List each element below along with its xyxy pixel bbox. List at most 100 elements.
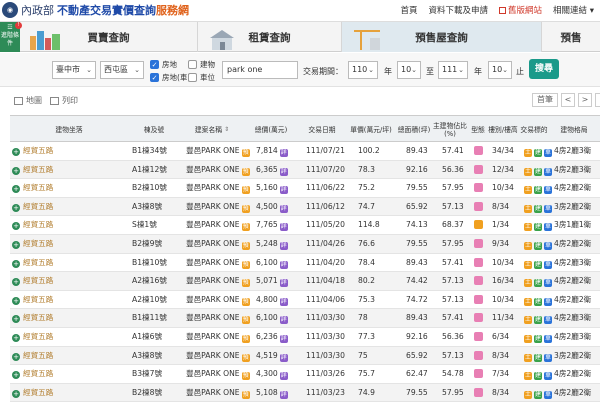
tab-presale[interactable]: 預售屋查詢: [342, 22, 542, 52]
col-date[interactable]: 交易日期: [298, 116, 346, 143]
to-year-select[interactable]: 111 ⌄: [438, 61, 468, 79]
table-row[interactable]: + 經貿五路 B3棟7號 豐邑PARK ONE 預 4,300 詳 111/03/26 75.7…: [10, 365, 600, 384]
expand-icon[interactable]: +: [12, 333, 20, 342]
col-total-price[interactable]: 總價(萬元): [244, 116, 298, 143]
advanced-filter-button[interactable]: ☲ 進階條件 !: [0, 22, 22, 52]
district-select[interactable]: 西屯區 ⌄: [100, 61, 144, 79]
detail-badge-icon[interactable]: 詳: [279, 279, 288, 288]
cell-address[interactable]: + 經貿五路: [12, 291, 53, 309]
table-row[interactable]: + 經貿五路 B2棟10號 豐邑PARK ONE 預 5,160 詳 111/06/22 75.…: [10, 179, 600, 198]
checkbox-land-car[interactable]: ✓ 房地(車): [150, 72, 190, 83]
expand-icon[interactable]: +: [12, 389, 20, 398]
nav-links[interactable]: 相關連結 ▾: [553, 4, 594, 16]
table-row[interactable]: + 經貿五路 A3棟8號 豐邑PARK ONE 預 4,519 詳 111/03/30 75 65…: [10, 346, 600, 366]
table-row[interactable]: + 經貿五路 B2棟8號 豐邑PARK ONE 預 5,108 詳 111/03/23 74.9…: [10, 383, 600, 402]
table-row[interactable]: + 經貿五路 B2棟9號 豐邑PARK ONE 預 5,248 詳 111/04/26 76.6…: [10, 234, 600, 254]
cell-address[interactable]: + 經貿五路: [12, 235, 53, 253]
expand-icon[interactable]: +: [12, 148, 20, 156]
expand-icon[interactable]: +: [12, 222, 20, 231]
from-year-select[interactable]: 110 ⌄: [348, 61, 378, 79]
table-row[interactable]: + 經貿五路 A2棟16號 豐邑PARK ONE 預 5,071 詳 111/04/18 80.…: [10, 272, 600, 291]
address-text: 經貿五路: [23, 164, 54, 174]
cell-address[interactable]: + 經貿五路: [12, 142, 53, 160]
expand-icon[interactable]: +: [12, 185, 20, 194]
checkbox-land[interactable]: ✓ 房地: [150, 59, 177, 70]
table-row[interactable]: + 經貿五路 A1棟6號 豐邑PARK ONE 預 6,236 詳 111/03/30 77.3…: [10, 328, 600, 347]
keyword-input[interactable]: park one: [222, 61, 298, 79]
to-month-select[interactable]: 10 ⌄: [488, 61, 512, 79]
table-row[interactable]: + 經貿五路 S棟1號 豐邑PARK ONE 預 7,765 詳 111/05/20 114.8…: [10, 216, 600, 235]
next-page-button[interactable]: >: [578, 93, 592, 107]
tab-rent[interactable]: 租賃查詢: [198, 22, 342, 52]
detail-badge-icon[interactable]: 詳: [279, 186, 288, 195]
expand-icon[interactable]: +: [12, 166, 20, 175]
cell-address[interactable]: + 經貿五路: [12, 216, 53, 234]
col-unit[interactable]: 棟及號: [128, 116, 180, 143]
site-logo[interactable]: ◉ 內政部 不動產交易實價查詢服務網: [2, 2, 189, 18]
city-buildings-icon: [30, 31, 60, 50]
city-select[interactable]: 臺中市 ⌄: [52, 61, 96, 79]
checkbox-parking[interactable]: 車位: [188, 72, 215, 83]
expand-icon[interactable]: +: [12, 371, 20, 380]
from-month-select[interactable]: 10 ⌄: [397, 61, 421, 79]
cell-address[interactable]: + 經貿五路: [12, 198, 53, 216]
detail-badge-icon[interactable]: 詳: [279, 167, 288, 176]
table-row[interactable]: + 經貿五路 A3棟8號 豐邑PARK ONE 預 4,500 詳 111/06/12 74.7…: [10, 197, 600, 217]
detail-badge-icon[interactable]: 詳: [279, 334, 288, 343]
tab-presale-more[interactable]: 預售: [542, 22, 600, 52]
detail-badge-icon[interactable]: 詳: [279, 372, 288, 381]
project-name: 豐邑PARK ONE: [186, 164, 240, 174]
cell-address[interactable]: + 經貿五路: [12, 161, 53, 179]
cell-address[interactable]: + 經貿五路: [12, 254, 53, 272]
detail-badge-icon[interactable]: 詳: [279, 149, 288, 157]
print-button[interactable]: 列印: [50, 95, 78, 106]
first-page-button[interactable]: 首筆: [532, 93, 558, 107]
tab-sales[interactable]: 買賣查詢: [20, 22, 198, 52]
col-layout[interactable]: 建物格局: [550, 116, 598, 143]
expand-icon[interactable]: +: [12, 315, 20, 324]
nav-home[interactable]: 首頁: [400, 4, 417, 16]
table-row[interactable]: + 經貿五路 B1棟34號 豐邑PARK ONE 預 7,814 詳 111/07/21 100…: [10, 142, 600, 161]
cell-layout: 3房1廳1衛: [554, 220, 592, 230]
col-address[interactable]: 建物坐落: [10, 116, 128, 143]
col-type[interactable]: 型態: [468, 116, 488, 143]
table-row[interactable]: + 經貿五路 A1棟12號 豐邑PARK ONE 預 6,365 詳 111/07/20 78.…: [10, 160, 600, 180]
cell-address[interactable]: + 經貿五路: [12, 272, 53, 290]
detail-badge-icon[interactable]: 詳: [279, 260, 288, 269]
detail-badge-icon[interactable]: 詳: [279, 316, 288, 325]
checkbox-building[interactable]: 建物: [188, 59, 215, 70]
detail-badge-icon[interactable]: 詳: [279, 204, 288, 213]
nav-old-site[interactable]: 舊版網站: [498, 4, 542, 16]
col-main-ratio[interactable]: 主建物佔比(%): [432, 116, 468, 143]
map-button[interactable]: 地圖: [14, 95, 42, 106]
prev-page-button[interactable]: <: [561, 93, 575, 107]
detail-badge-icon[interactable]: 詳: [279, 353, 288, 362]
last-page-button[interactable]: 尾筆: [595, 93, 600, 107]
col-project-name[interactable]: 建案名稱: [180, 116, 244, 143]
col-area[interactable]: 總面積(坪): [396, 116, 432, 143]
detail-badge-icon[interactable]: 詳: [279, 223, 288, 232]
table-row[interactable]: + 經貿五路 B1棟10號 豐邑PARK ONE 預 6,100 詳 111/04/20 78.…: [10, 254, 600, 273]
building-badge-icon: 建: [534, 186, 542, 195]
expand-icon[interactable]: +: [12, 259, 20, 268]
expand-icon[interactable]: +: [12, 296, 20, 305]
expand-icon[interactable]: +: [12, 203, 20, 212]
expand-icon[interactable]: +: [12, 352, 20, 361]
col-floor[interactable]: 樓別/樓高: [486, 116, 520, 143]
detail-badge-icon[interactable]: 詳: [279, 241, 288, 250]
col-target[interactable]: 交易標的: [518, 116, 550, 143]
cell-address[interactable]: + 經貿五路: [12, 328, 53, 346]
expand-icon[interactable]: +: [12, 240, 20, 249]
cell-address[interactable]: + 經貿五路: [12, 384, 53, 402]
cell-address[interactable]: + 經貿五路: [12, 365, 53, 383]
cell-address[interactable]: + 經貿五路: [12, 179, 53, 197]
expand-icon[interactable]: +: [12, 278, 20, 287]
detail-badge-icon[interactable]: 詳: [279, 297, 288, 306]
nav-download[interactable]: 資料下載及申請: [428, 4, 488, 16]
search-button[interactable]: 搜尋: [529, 59, 559, 79]
cell-address[interactable]: + 經貿五路: [12, 309, 53, 327]
table-row[interactable]: + 經貿五路 B1棟11號 豐邑PARK ONE 預 6,100 詳 111/03/30 78 8…: [10, 309, 600, 328]
table-row[interactable]: + 經貿五路 A2棟10號 豐邑PARK ONE 預 4,800 詳 111/04/06 75.…: [10, 291, 600, 310]
col-unit-price[interactable]: 單價(萬元/坪): [346, 116, 396, 143]
cell-address[interactable]: + 經貿五路: [12, 347, 53, 365]
